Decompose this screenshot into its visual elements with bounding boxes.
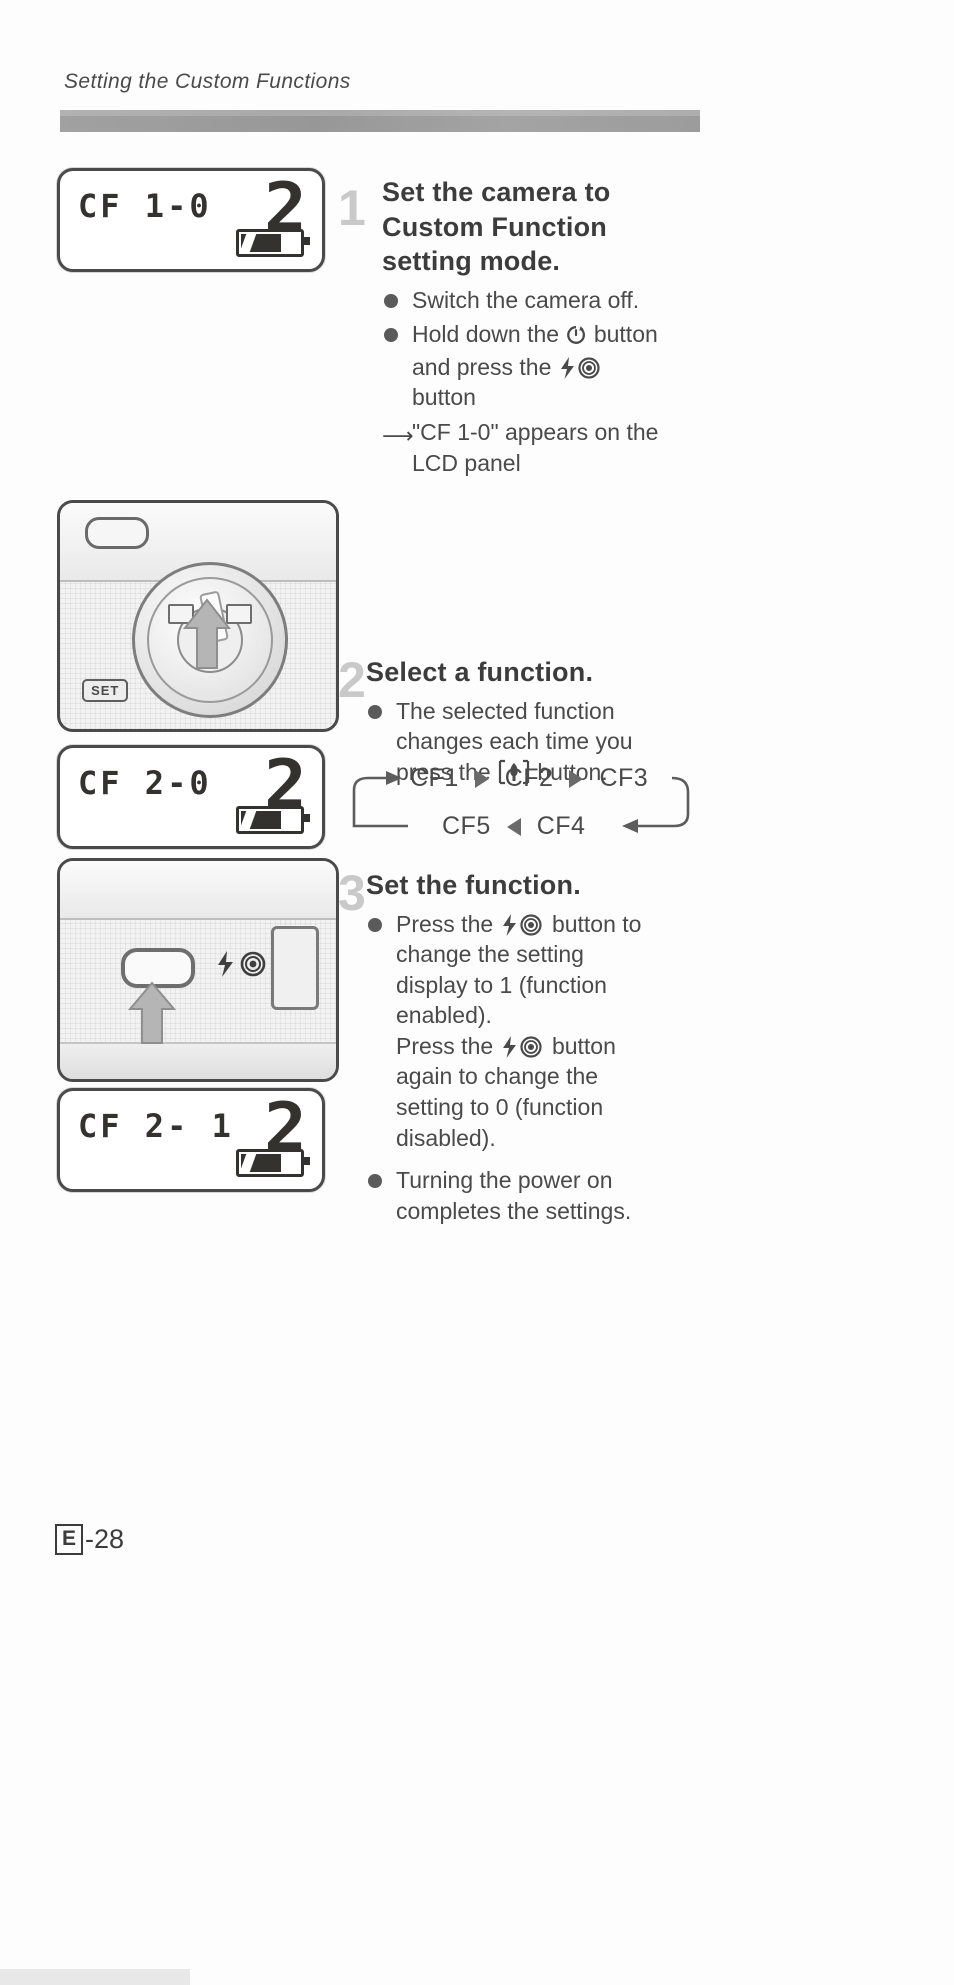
cf-cycle-diagram: CF1 CF2 CF3 CF5 CF4 — [336, 752, 710, 852]
step-3-bullets: Press the button to change the setting d… — [366, 909, 708, 1227]
bullet-dot — [368, 917, 382, 932]
lcd-panel-cf1-0: CF 1-0 2 — [57, 168, 325, 272]
camera-body-bottom — [60, 1042, 336, 1079]
step-2-title: Select a function. — [366, 657, 594, 687]
step-3-number: 3 — [338, 865, 366, 921]
header-rule-bar — [60, 110, 700, 132]
bullet-dot — [384, 293, 398, 308]
set-badge: SET — [82, 678, 129, 702]
page-footer: E -28 — [55, 1524, 124, 1555]
cycle-row-top: CF1 CF2 CF3 — [410, 764, 649, 792]
camera-body-top — [60, 861, 336, 920]
pointer-arrow-icon — [126, 981, 178, 1047]
page-header-title: Setting the Custom Functions — [64, 70, 351, 93]
battery-icon — [236, 806, 310, 834]
list-item: Turning the power on completes the setti… — [366, 1165, 708, 1226]
viewfinder-illustration — [271, 926, 320, 1011]
step-2-number: 2 — [338, 652, 366, 708]
manual-page: Setting the Custom Functions CF 1-0 2 1 … — [0, 0, 954, 1985]
scan-edge-artifact — [0, 1969, 190, 1985]
lcd-text-1: CF 1-0 — [78, 187, 212, 225]
arrow-right-icon — [569, 769, 584, 788]
self-timer-icon — [565, 324, 587, 346]
photo-flash-button — [57, 858, 339, 1082]
step-3-block: 3 Set the function. Press the button to … — [338, 868, 708, 1230]
flash-redeye-icon — [558, 356, 604, 380]
flash-redeye-icon — [500, 1035, 546, 1059]
flash-redeye-icon — [500, 913, 546, 937]
step-3-title: Set the function. — [366, 870, 581, 900]
arrow-right-icon — [474, 769, 489, 788]
step-1-result: ⟶ "CF 1-0" appears on the LCD panel — [382, 418, 659, 476]
step-1-bullets: Switch the camera off. Hold down the but… — [382, 285, 708, 413]
bullet-dot — [384, 328, 398, 343]
arrow-left-icon — [506, 817, 521, 836]
bullet-dot — [368, 1174, 382, 1189]
step-1-block: 1 Set the camera to Custom Function sett… — [338, 175, 708, 478]
cycle-row-bottom: CF5 CF4 — [442, 812, 586, 840]
step-1-title: Set the camera to Custom Function settin… — [382, 177, 611, 277]
flash-redeye-label-icon — [215, 950, 271, 983]
step-1-number: 1 — [338, 180, 366, 236]
lcd-text-2: CF 2-0 — [78, 764, 212, 802]
lcd-panel-cf2-0: CF 2-0 2 — [57, 745, 325, 849]
bullet-dot — [368, 704, 382, 719]
language-marker: E — [55, 1524, 84, 1555]
pointer-arrow-icon — [181, 598, 233, 672]
list-item: Switch the camera off. — [382, 285, 708, 316]
list-item: Press the button to change the setting d… — [366, 909, 708, 1154]
photo-mode-dial: SET — [57, 500, 339, 732]
lcd-text-3: CF 2- 1 — [78, 1107, 234, 1145]
shutter-button-illustration — [84, 516, 149, 549]
lcd-panel-cf2-1: CF 2- 1 2 — [57, 1088, 325, 1192]
list-item: Hold down the button and press the butto… — [382, 319, 708, 413]
page-number: -28 — [85, 1524, 125, 1554]
arrow-right-icon: ⟶ — [382, 422, 414, 448]
battery-icon — [236, 229, 310, 257]
battery-icon — [236, 1149, 310, 1177]
